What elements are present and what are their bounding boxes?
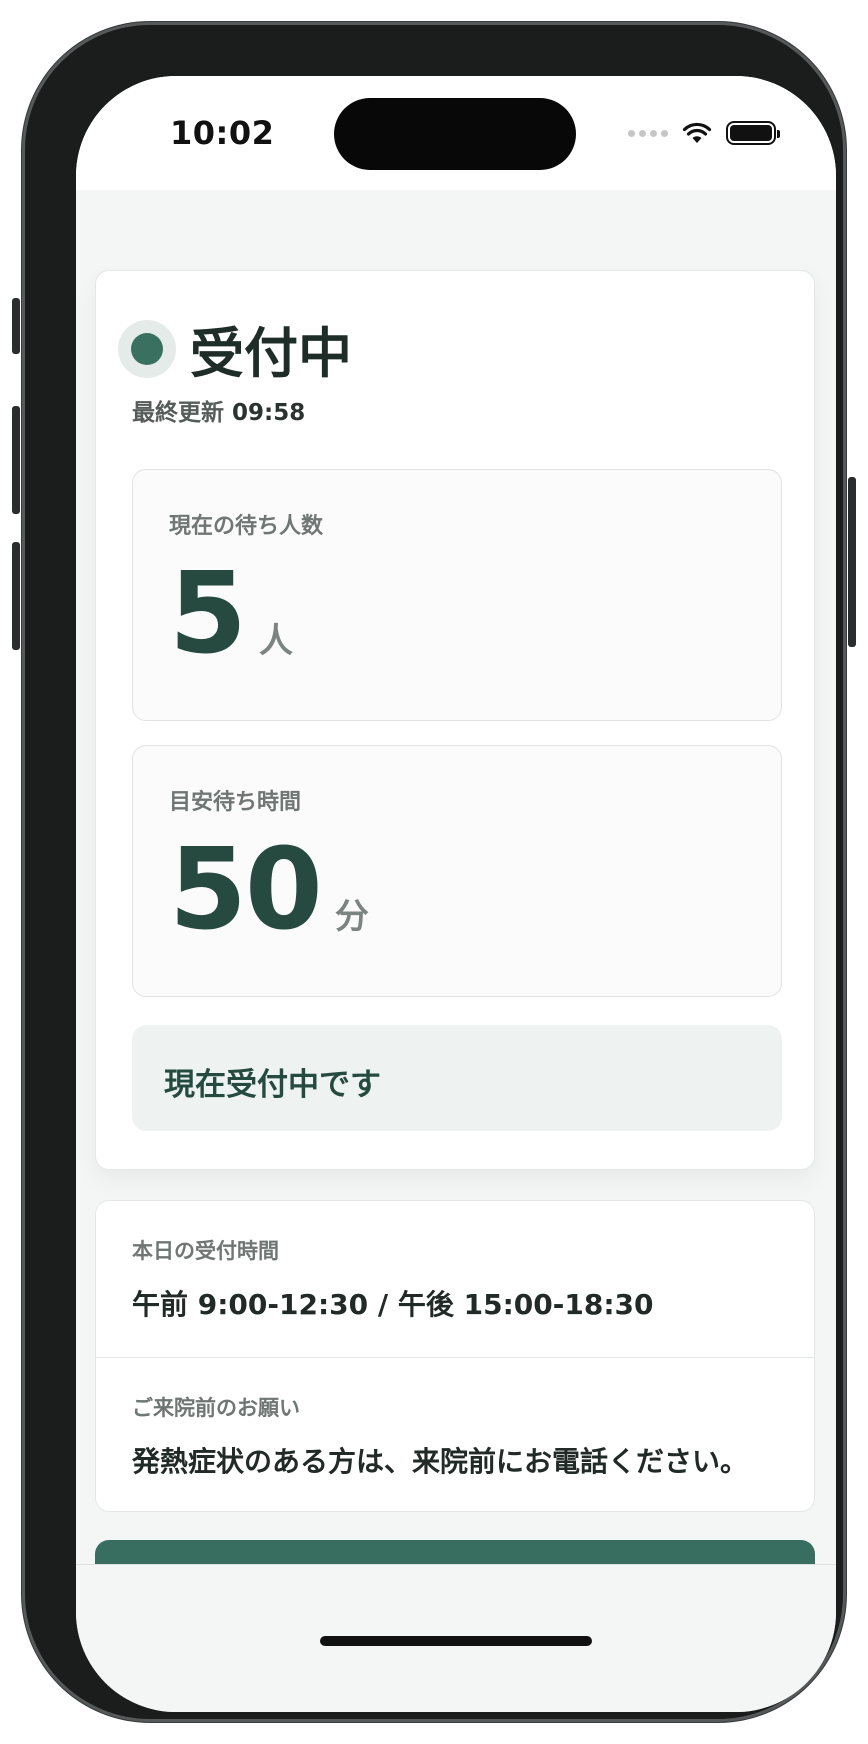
dynamic-island — [334, 98, 576, 170]
visit-request-text: 発熱症状のある方は、来院前にお電話ください。 — [132, 1445, 749, 1478]
reception-hours-row: 本日の受付時間 午前 9:00-12:30 / 午後 15:00-18:30 — [96, 1201, 814, 1357]
clock-time: 10:02 — [170, 114, 275, 152]
visit-request-row: ご来院前のお願い 発熱症状のある方は、来院前にお電話ください。 — [96, 1357, 814, 1513]
last-updated-time: 09:58 — [232, 400, 306, 426]
status-title: 受付中 — [190, 322, 352, 385]
status-card: 受付中 最終更新 09:58 現在の待ち人数 5 人 目安待ち時間 50 分 現… — [95, 270, 815, 1170]
wait-time-label: 目安待ち時間 — [169, 790, 302, 815]
wifi-icon — [682, 122, 712, 143]
last-updated: 最終更新 09:58 — [132, 393, 305, 427]
wait-time-number: 50 — [169, 825, 323, 955]
wait-time-value: 50 分 — [169, 834, 369, 946]
power-button — [848, 477, 856, 647]
waiting-count-label: 現在の待ち人数 — [169, 514, 324, 539]
status-icons — [628, 118, 780, 148]
screen: 10:02 受付中 最終更新 09:58 現在の待ち人数 5 人 目安待ち時間 … — [76, 76, 836, 1712]
waiting-count-card: 現在の待ち人数 5 人 — [132, 469, 782, 721]
wait-time-unit: 分 — [334, 897, 369, 937]
status-indicator-icon — [118, 319, 176, 378]
waiting-count-value: 5 人 — [169, 558, 293, 670]
home-indicator[interactable] — [320, 1636, 592, 1646]
waiting-count-number: 5 — [169, 549, 247, 679]
last-updated-label: 最終更新 — [132, 400, 224, 426]
reception-hours-label: 本日の受付時間 — [132, 1239, 279, 1263]
volume-down-button — [12, 542, 20, 650]
action-button — [12, 298, 20, 354]
battery-icon — [726, 121, 780, 145]
status-notice-text: 現在受付中です — [164, 1067, 381, 1103]
visit-request-label: ご来院前のお願い — [132, 1396, 300, 1420]
status-bar: 10:02 — [76, 76, 836, 190]
waiting-count-unit: 人 — [258, 621, 293, 661]
wait-time-card: 目安待ち時間 50 分 — [132, 745, 782, 997]
reception-hours-text: 午前 9:00-12:30 / 午後 15:00-18:30 — [132, 1288, 654, 1321]
volume-up-button — [12, 406, 20, 514]
info-card: 本日の受付時間 午前 9:00-12:30 / 午後 15:00-18:30 ご… — [95, 1200, 815, 1512]
status-header: 受付中 — [118, 309, 352, 388]
phone-frame: 10:02 受付中 最終更新 09:58 現在の待ち人数 5 人 目安待ち時間 … — [12, 22, 856, 1722]
status-notice: 現在受付中です — [132, 1025, 782, 1131]
signal-icon — [628, 129, 668, 137]
